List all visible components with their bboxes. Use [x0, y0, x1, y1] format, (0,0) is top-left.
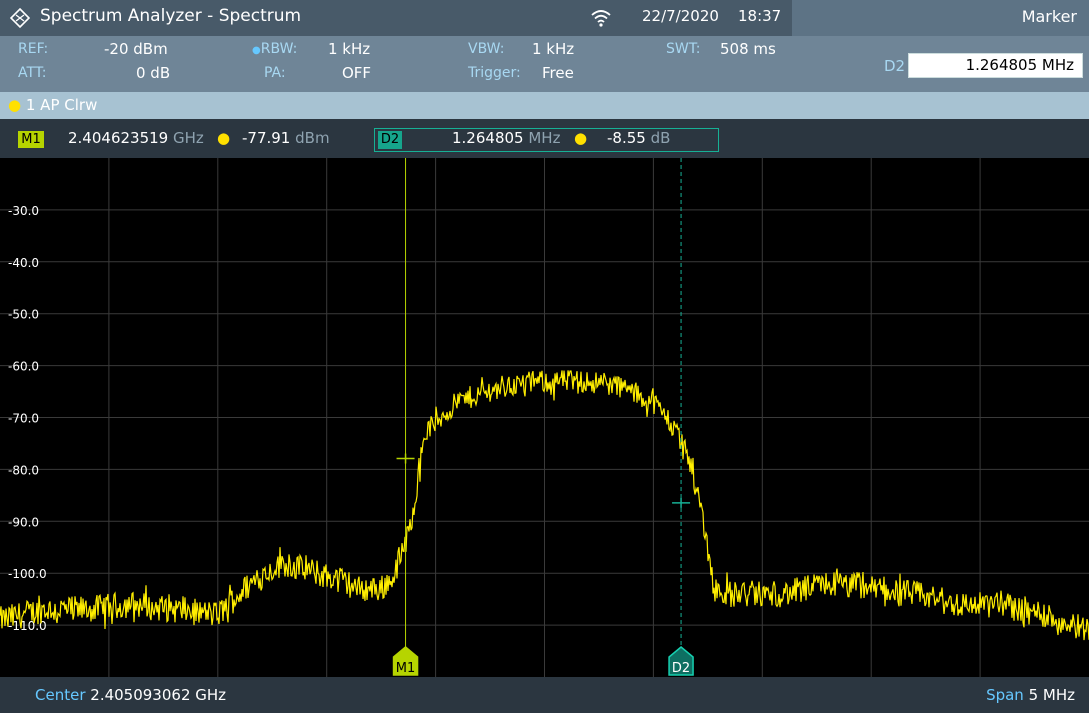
vbw-value[interactable]: 1 kHz — [532, 40, 574, 58]
ref-value[interactable]: -20 dBm — [104, 40, 168, 58]
y-tick-label: -100.0 — [8, 567, 47, 581]
att-label: ATT: — [18, 65, 47, 81]
trigger-value[interactable]: Free — [542, 64, 574, 82]
rbw-coupling-dot: ● — [252, 45, 261, 56]
status-bar: Center 2.405093062 GHz Span 5 MHz — [0, 677, 1089, 713]
att-value[interactable]: 0 dB — [136, 64, 170, 82]
trace-label: 1 AP Clrw — [25, 96, 98, 114]
span-setting[interactable]: Span 5 MHz — [986, 686, 1075, 704]
d2-frequency: 1.264805 MHz — [452, 129, 561, 147]
title-bar: Spectrum Analyzer - Spectrum 22/7/2020 1… — [0, 0, 1089, 36]
time-display: 18:37 — [738, 7, 782, 25]
m1-separator-dot: ● — [217, 129, 231, 147]
y-tick-label: -50.0 — [8, 308, 39, 322]
y-tick-label: -30.0 — [8, 204, 39, 218]
d2-separator-dot: ● — [574, 129, 588, 147]
marker-panel-title: Marker — [792, 0, 1089, 36]
marker-info-bar[interactable]: M1 2.404623519 GHz ● -77.91 dBm D2 1.264… — [0, 119, 1089, 158]
y-tick-label: -80.0 — [8, 463, 39, 477]
d2-level: -8.55 dB — [607, 129, 671, 147]
rohde-schwarz-logo-icon — [10, 8, 30, 28]
m1-tag[interactable]: M1 — [18, 131, 44, 148]
plot-grid — [0, 158, 1089, 677]
rbw-value[interactable]: 1 kHz — [328, 40, 370, 58]
trace-bar[interactable]: ● 1 AP Clrw — [0, 92, 1089, 119]
pa-label: PA: — [264, 65, 286, 81]
center-frequency[interactable]: Center 2.405093062 GHz — [35, 686, 226, 704]
marker-flag-label-d2: D2 — [672, 661, 690, 676]
marker-value-field[interactable]: 1.264805 MHz — [908, 53, 1083, 78]
ref-label: REF: — [18, 41, 49, 57]
marker-flag-label-m1: M1 — [396, 661, 416, 676]
trace-color-dot: ● — [8, 96, 22, 114]
swt-label: SWT: — [666, 41, 701, 57]
window-title: Spectrum Analyzer - Spectrum — [40, 6, 302, 26]
swt-value[interactable]: 508 ms — [720, 40, 776, 58]
rbw-label: RBW: — [260, 41, 298, 57]
y-tick-label: -60.0 — [8, 360, 39, 374]
m1-frequency: 2.404623519 GHz — [68, 129, 204, 147]
y-tick-label: -40.0 — [8, 256, 39, 270]
pa-value[interactable]: OFF — [342, 64, 371, 82]
marker-panel: D2 1.264805 MHz — [792, 36, 1089, 92]
spectrum-plot[interactable]: -30.0 -40.0 -50.0 -60.0 -70.0 -80.0 -90.0 -100.… — [0, 158, 1089, 677]
m1-level: -77.91 dBm — [242, 129, 330, 147]
d2-tag[interactable]: D2 — [378, 131, 402, 149]
y-tick-label: -70.0 — [8, 412, 39, 426]
wifi-icon — [591, 10, 611, 27]
y-tick-label: -90.0 — [8, 515, 39, 529]
vbw-label: VBW: — [468, 41, 505, 57]
date-display: 22/7/2020 — [642, 7, 719, 25]
trigger-label: Trigger: — [468, 65, 521, 81]
measurement-parameters[interactable]: REF: -20 dBm ATT: 0 dB ●RBW: 1 kHz PA: O… — [0, 36, 792, 92]
marker-field-label: D2 — [884, 57, 906, 75]
y-axis-tick-labels: -30.0 -40.0 -50.0 -60.0 -70.0 -80.0 -90.0 -100.… — [8, 204, 47, 633]
